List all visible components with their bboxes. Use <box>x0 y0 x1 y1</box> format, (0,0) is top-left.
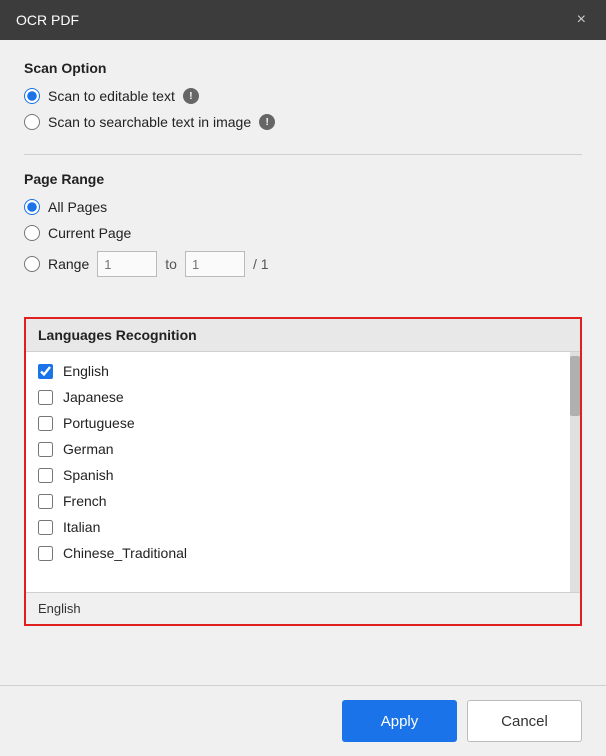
range-to-input[interactable] <box>185 251 245 277</box>
scan-editable-label: Scan to editable text <box>48 88 175 104</box>
scan-editable-info-icon[interactable]: ! <box>183 88 199 104</box>
all-pages-item: All Pages <box>24 199 582 215</box>
lang-chinese-traditional-label: Chinese_Traditional <box>63 545 187 561</box>
list-item[interactable]: Spanish <box>26 462 570 488</box>
scan-searchable-item: Scan to searchable text in image ! <box>24 114 582 130</box>
list-item[interactable]: English <box>26 358 570 384</box>
languages-list: English Japanese Portuguese German <box>26 352 570 592</box>
lang-english-label: English <box>63 363 109 379</box>
page-range-title: Page Range <box>24 171 582 187</box>
current-page-item: Current Page <box>24 225 582 241</box>
lang-japanese-checkbox[interactable] <box>38 390 53 405</box>
scrollbar-thumb[interactable] <box>570 356 580 416</box>
list-item[interactable]: German <box>26 436 570 462</box>
lang-italian-label: Italian <box>63 519 100 535</box>
scan-searchable-radio[interactable] <box>24 114 40 130</box>
lang-spanish-label: Spanish <box>63 467 114 483</box>
title-bar: OCR PDF × <box>0 0 606 40</box>
lang-italian-checkbox[interactable] <box>38 520 53 535</box>
range-row: Range to / 1 <box>24 251 582 277</box>
scrollbar-track <box>570 352 580 592</box>
lang-english-checkbox[interactable] <box>38 364 53 379</box>
dialog-title: OCR PDF <box>16 12 79 28</box>
range-label: Range <box>48 256 89 272</box>
current-page-label: Current Page <box>48 225 131 241</box>
scan-editable-item: Scan to editable text ! <box>24 88 582 104</box>
apply-button[interactable]: Apply <box>342 700 457 742</box>
list-item[interactable]: Japanese <box>26 384 570 410</box>
range-from-input[interactable] <box>97 251 157 277</box>
list-item[interactable]: Italian <box>26 514 570 540</box>
list-item[interactable]: French <box>26 488 570 514</box>
lang-japanese-label: Japanese <box>63 389 124 405</box>
divider-1 <box>24 154 582 155</box>
languages-header: Languages Recognition <box>26 319 580 352</box>
current-page-radio[interactable] <box>24 225 40 241</box>
list-item[interactable]: Portuguese <box>26 410 570 436</box>
lang-german-label: German <box>63 441 114 457</box>
list-item[interactable]: Chinese_Traditional <box>26 540 570 566</box>
lang-chinese-traditional-checkbox[interactable] <box>38 546 53 561</box>
scan-searchable-label: Scan to searchable text in image <box>48 114 251 130</box>
lang-german-checkbox[interactable] <box>38 442 53 457</box>
scan-option-title: Scan Option <box>24 60 582 76</box>
selected-language-display: English <box>26 592 580 624</box>
ocr-pdf-dialog: OCR PDF × Scan Option Scan to editable t… <box>0 0 606 756</box>
page-range-group: All Pages Current Page Range to / 1 <box>24 199 582 277</box>
lang-portuguese-checkbox[interactable] <box>38 416 53 431</box>
page-range-section: Page Range All Pages Current Page Range … <box>24 171 582 297</box>
lang-spanish-checkbox[interactable] <box>38 468 53 483</box>
languages-recognition-section: Languages Recognition English Japanese P… <box>24 317 582 626</box>
all-pages-label: All Pages <box>48 199 107 215</box>
lang-portuguese-label: Portuguese <box>63 415 135 431</box>
range-radio[interactable] <box>24 256 40 272</box>
close-button[interactable]: × <box>573 12 590 28</box>
scan-option-group: Scan to editable text ! Scan to searchab… <box>24 88 582 130</box>
range-separator: to <box>165 256 177 272</box>
scan-editable-radio[interactable] <box>24 88 40 104</box>
scan-searchable-info-icon[interactable]: ! <box>259 114 275 130</box>
dialog-content: Scan Option Scan to editable text ! Scan… <box>0 40 606 685</box>
cancel-button[interactable]: Cancel <box>467 700 582 742</box>
range-total: / 1 <box>253 256 269 272</box>
dialog-footer: Apply Cancel <box>0 685 606 756</box>
all-pages-radio[interactable] <box>24 199 40 215</box>
languages-list-container: English Japanese Portuguese German <box>26 352 580 592</box>
lang-french-checkbox[interactable] <box>38 494 53 509</box>
lang-french-label: French <box>63 493 107 509</box>
